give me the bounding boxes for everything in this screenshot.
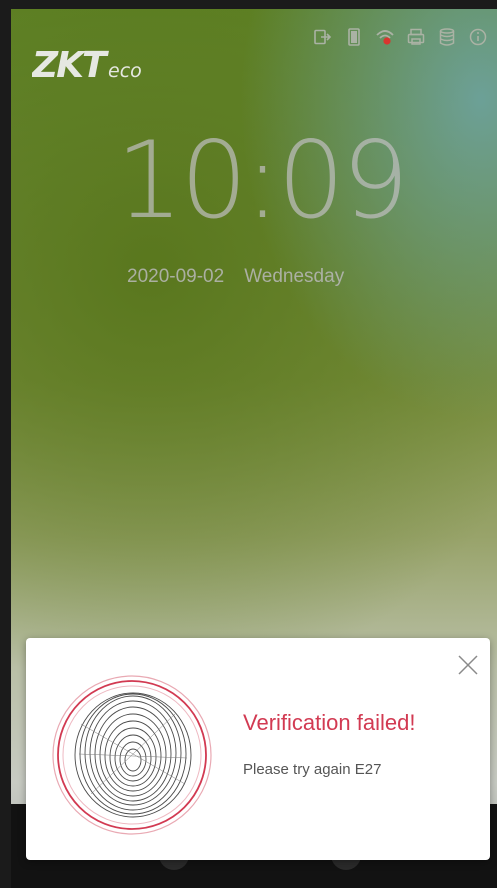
svg-text:eco: eco bbox=[108, 60, 142, 82]
date-text: 2020-09-02 bbox=[127, 266, 225, 287]
wifi-icon bbox=[374, 26, 396, 48]
close-icon[interactable] bbox=[456, 653, 480, 677]
exit-icon bbox=[312, 26, 334, 48]
device-frame: ZKT eco 10:09 2020-09-02 Wednesday Verif… bbox=[0, 0, 497, 888]
date-line: 2020-09-02 Wednesday bbox=[127, 266, 344, 288]
clock-time: 10:09 bbox=[115, 119, 409, 242]
verification-dialog: Verification failed! Please try again E2… bbox=[26, 638, 490, 860]
verification-failed-title: Verification failed! bbox=[243, 710, 416, 735]
weekday-text: Wednesday bbox=[244, 266, 345, 287]
door-icon bbox=[343, 26, 365, 48]
status-bar bbox=[312, 25, 489, 49]
printer-icon bbox=[405, 26, 427, 48]
zkteco-logo: ZKT eco bbox=[31, 41, 172, 86]
svg-text:ZKT: ZKT bbox=[32, 45, 109, 85]
database-icon bbox=[436, 26, 458, 48]
fingerprint-icon bbox=[51, 674, 213, 836]
error-message: Please try again E27 bbox=[243, 761, 382, 778]
info-icon bbox=[467, 26, 489, 48]
